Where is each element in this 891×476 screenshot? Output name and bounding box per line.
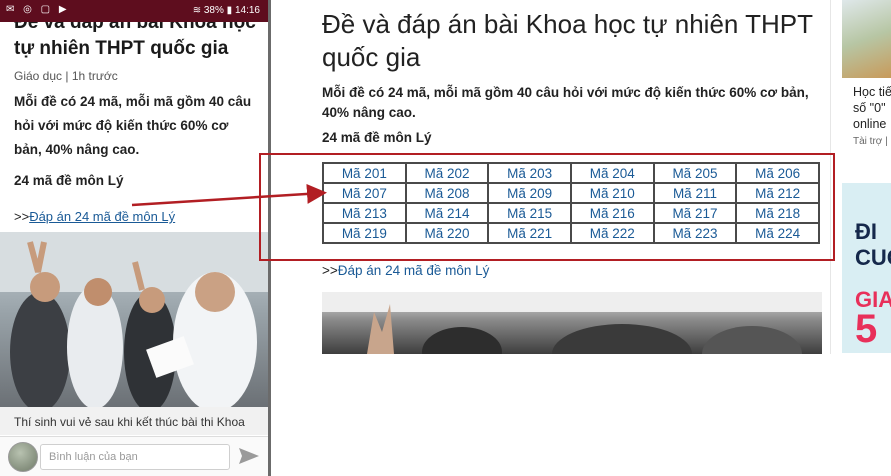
mobile-caption-bar: Thí sinh vui vẻ sau khi kết thúc bài thi… xyxy=(0,407,268,435)
right-sidebar: Học tiế số "0" online Tài trợ | ĐI CUC GIA… xyxy=(842,0,891,476)
mobile-answer-line: >>Đáp án 24 mã đề môn Lý xyxy=(14,209,175,224)
article-sapo: Mỗi đề có 24 mã, mỗi mã gồm 40 câu hỏi v… xyxy=(322,85,809,120)
send-icon[interactable] xyxy=(238,446,260,466)
status-right: ≋ 38% ▮ 14:16 xyxy=(193,5,260,16)
sidebar-headline-line: số "0" xyxy=(853,101,886,115)
mobile-article-meta: Giáo dục | 1h trước xyxy=(14,69,118,83)
sidebar-headline-line: Học tiế xyxy=(853,85,891,99)
section-heading: 24 mã đề môn Lý xyxy=(322,130,432,145)
battery-icon: ▮ xyxy=(226,5,233,16)
sponsor-label: Tài trợ | xyxy=(853,136,888,147)
mobile-status-bar: ✉ ◎ ▢ ▶ ≋ 38% ▮ 14:16 xyxy=(0,0,268,22)
ad-text: CUC xyxy=(855,245,891,270)
mobile-answer-link[interactable]: Đáp án 24 mã đề môn Lý xyxy=(29,209,175,224)
clock: 14:16 xyxy=(234,5,260,16)
wifi-icon: ≋ xyxy=(192,5,202,16)
ad-text: ĐI xyxy=(855,219,877,244)
sidebar-thumbnail[interactable] xyxy=(842,0,891,78)
mobile-section-heading: 24 mã đề môn Lý xyxy=(14,173,124,188)
mobile-article-photo xyxy=(0,232,268,407)
sidebar-headline-line: online xyxy=(853,117,887,131)
comment-input[interactable] xyxy=(40,444,230,470)
notification-icons: ✉ ◎ ▢ ▶ xyxy=(6,4,70,15)
article-photo xyxy=(322,292,822,354)
answer-prefix: >> xyxy=(322,263,338,278)
article-title: Đề và đáp án bài Khoa học tự nhiên THPT … xyxy=(322,9,813,72)
students-photo-illustration xyxy=(322,292,822,354)
avatar[interactable] xyxy=(8,442,38,472)
sidebar-ad-banner[interactable]: ĐI CUC GIA 5 xyxy=(842,183,891,353)
mobile-preview: Đề và đáp án bài Khoa học tự nhiên THPT … xyxy=(0,0,271,476)
answer-prefix: >> xyxy=(14,209,30,224)
answer-link[interactable]: Đáp án 24 mã đề môn Lý xyxy=(338,263,490,278)
mobile-photo-caption: Thí sinh vui vẻ sau khi kết thúc bài thi… xyxy=(14,415,245,429)
mobile-comment-bar xyxy=(0,436,268,476)
annotation-highlight-box xyxy=(259,153,835,261)
students-photo-illustration xyxy=(0,232,268,407)
battery-level: 38% xyxy=(203,5,224,16)
answer-line: >>Đáp án 24 mã đề môn Lý xyxy=(322,263,489,278)
ad-text: 5 xyxy=(855,307,878,351)
sidebar-headline[interactable]: Học tiế số "0" online xyxy=(853,84,891,132)
mobile-article-sapo: Mỗi đề có 24 mã, mỗi mã gồm 40 câu hỏi v… xyxy=(14,94,252,157)
